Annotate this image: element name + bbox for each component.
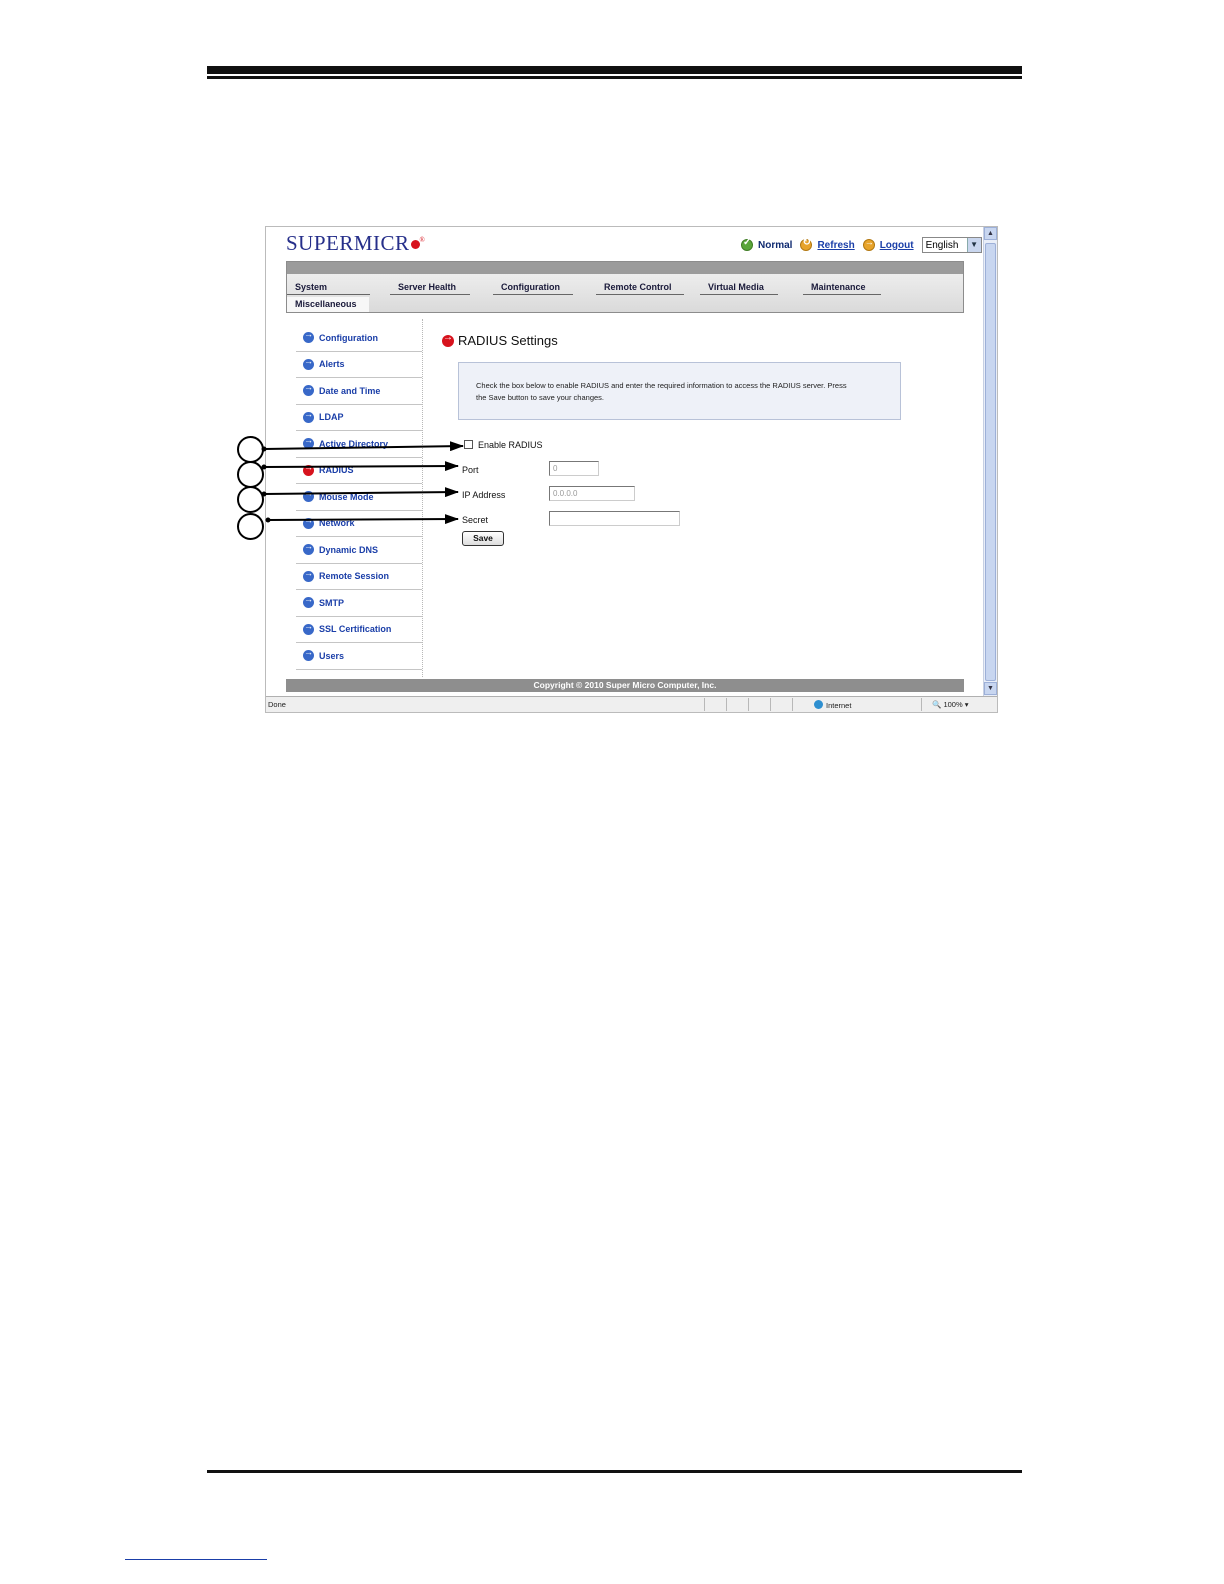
scroll-down-arrow-icon[interactable]: ▼ <box>984 682 997 695</box>
page-footer-rule <box>207 1470 1022 1473</box>
status-separator <box>704 698 705 711</box>
arrow-right-icon <box>303 621 314 635</box>
copyright-footer: Copyright © 2010 Super Micro Computer, I… <box>286 679 964 692</box>
status-separator <box>726 698 727 711</box>
callout-arrow <box>261 441 464 452</box>
status-separator <box>921 698 922 711</box>
sidebar-item-users[interactable]: Users <box>296 643 422 670</box>
status-separator <box>770 698 771 711</box>
footer-link-underline <box>125 1559 267 1560</box>
status-text: Done <box>268 700 286 709</box>
callout-arrow <box>261 487 459 498</box>
arrow-right-icon <box>303 647 314 662</box>
callout-arrow <box>265 514 459 525</box>
security-zone: Internet <box>814 700 851 710</box>
callout-arrows <box>261 441 464 525</box>
browser-status-bar: Done Internet 🔍 100% ▾ <box>266 696 997 712</box>
globe-icon <box>814 700 823 709</box>
sidebar-item-ssl-certification[interactable]: SSL Certification <box>296 617 422 643</box>
zoom-level[interactable]: 🔍 100% ▾ <box>932 700 968 709</box>
status-separator <box>748 698 749 711</box>
status-separator <box>792 698 793 711</box>
callout-arrow <box>261 461 459 472</box>
